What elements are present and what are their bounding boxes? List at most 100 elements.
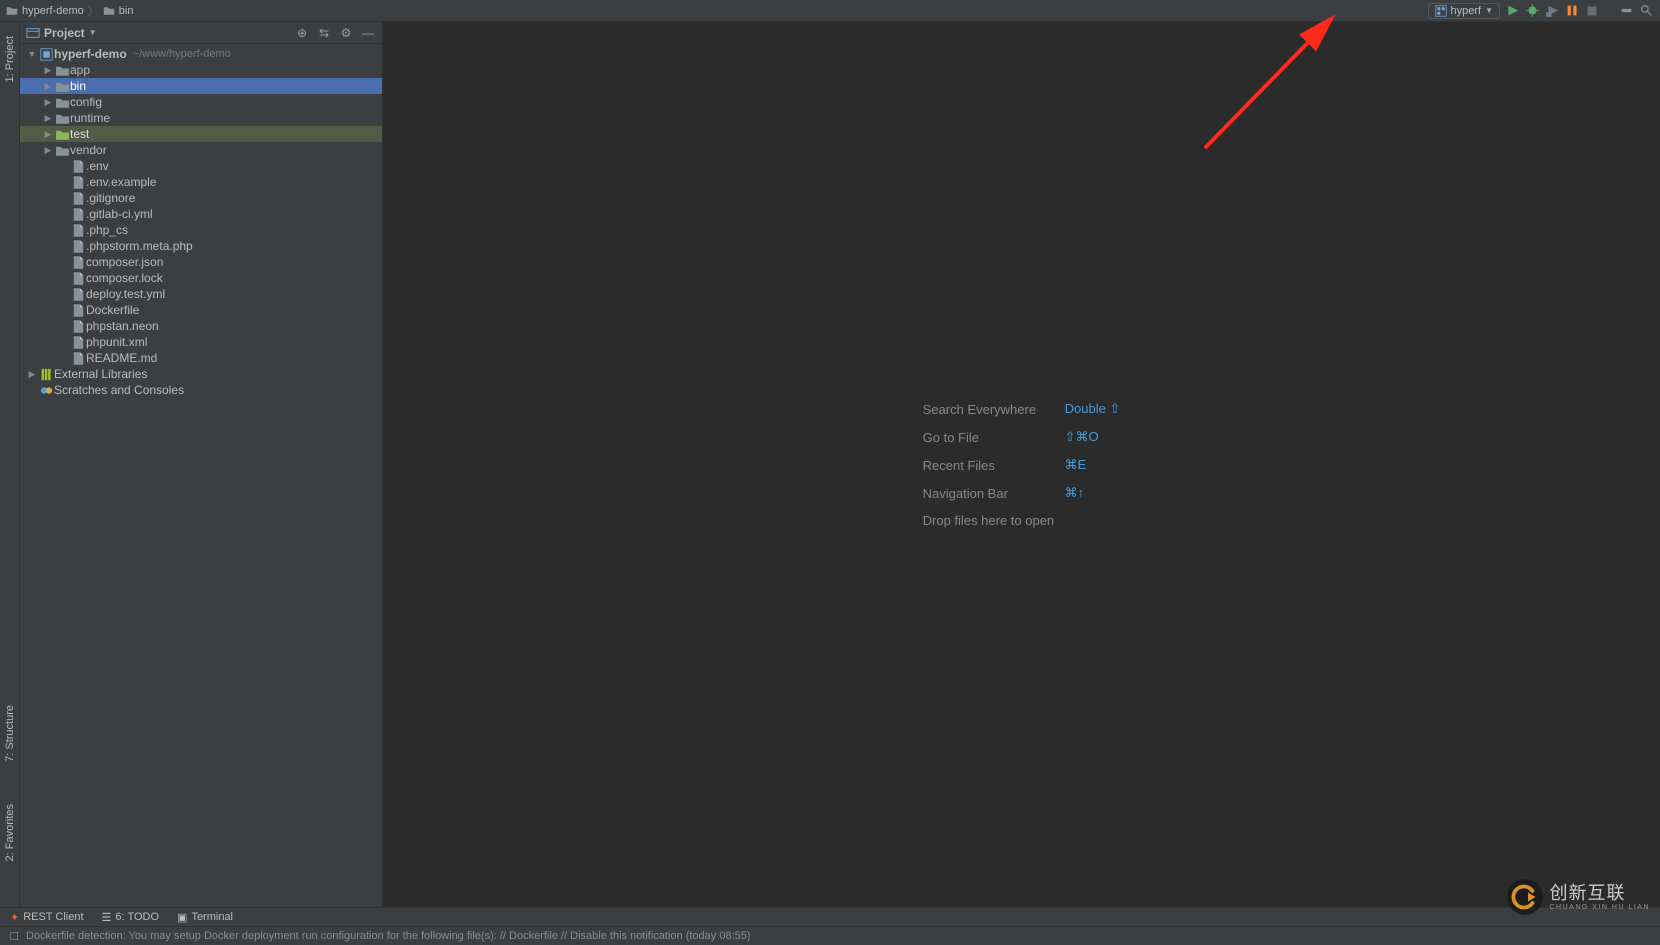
watermark-logo-icon bbox=[1507, 879, 1543, 915]
file-icon bbox=[70, 304, 86, 317]
scratches-consoles[interactable]: Scratches and Consoles bbox=[20, 382, 382, 398]
project-tree[interactable]: ▼hyperf-demo~/www/hyperf-demo▶app▶bin▶co… bbox=[20, 44, 382, 907]
folder-icon bbox=[54, 65, 70, 76]
tree-item-label: test bbox=[70, 126, 89, 142]
file-icon bbox=[70, 256, 86, 269]
tree-file[interactable]: phpunit.xml bbox=[20, 334, 382, 350]
file-icon bbox=[70, 272, 86, 285]
tree-item-label: runtime bbox=[70, 110, 110, 126]
tree-item-label: vendor bbox=[70, 142, 107, 158]
watermark-subtext: CHUANG XIN HU LIAN bbox=[1549, 904, 1650, 911]
git-tool-icon[interactable] bbox=[1618, 3, 1634, 19]
tree-file[interactable]: .phpstorm.meta.php bbox=[20, 238, 382, 254]
left-tool-strip: 1: Project 7: Structure 2: Favorites bbox=[0, 22, 20, 907]
search-icon[interactable] bbox=[1638, 3, 1654, 19]
tree-file[interactable]: README.md bbox=[20, 350, 382, 366]
editor-hints: Search EverywhereDouble ⇧ Go to File⇧⌘O … bbox=[923, 401, 1121, 528]
collapse-all-icon[interactable]: ⇆ bbox=[316, 25, 332, 41]
locate-icon[interactable]: ⊕ bbox=[294, 25, 310, 41]
terminal-tab[interactable]: ▣ Terminal bbox=[177, 911, 233, 924]
tree-item-label: config bbox=[70, 94, 102, 110]
tree-file[interactable]: Dockerfile bbox=[20, 302, 382, 318]
expand-arrow-icon[interactable]: ▶ bbox=[42, 142, 54, 158]
hide-panel-icon[interactable]: — bbox=[360, 25, 376, 41]
project-panel-header: Project ▼ ⊕ ⇆ ⚙ — bbox=[20, 22, 382, 44]
expand-arrow-icon[interactable]: ▼ bbox=[26, 46, 38, 62]
hint-recent-key: ⌘E bbox=[1065, 457, 1087, 473]
expand-arrow-icon[interactable]: ▶ bbox=[42, 78, 54, 94]
hint-drop: Drop files here to open bbox=[923, 513, 1055, 528]
expand-arrow-icon[interactable]: ▶ bbox=[42, 62, 54, 78]
tree-file[interactable]: deploy.test.yml bbox=[20, 286, 382, 302]
editor-area[interactable]: Search EverywhereDouble ⇧ Go to File⇧⌘O … bbox=[383, 22, 1660, 907]
todo-tab[interactable]: ☰ 6: TODO bbox=[102, 911, 159, 924]
file-icon bbox=[70, 160, 86, 173]
tree-folder-bin[interactable]: ▶bin bbox=[20, 78, 382, 94]
coverage-button[interactable] bbox=[1544, 3, 1560, 19]
module-icon bbox=[38, 48, 54, 61]
profiler-button[interactable] bbox=[1564, 3, 1580, 19]
debug-button[interactable] bbox=[1524, 3, 1540, 19]
project-root[interactable]: ▼hyperf-demo~/www/hyperf-demo bbox=[20, 46, 382, 62]
breadcrumb[interactable]: hyperf-demo 〉 bin bbox=[6, 3, 133, 19]
hint-search-key: Double ⇧ bbox=[1065, 401, 1121, 417]
tree-file[interactable]: phpstan.neon bbox=[20, 318, 382, 334]
expand-arrow-icon[interactable]: ▶ bbox=[42, 126, 54, 142]
project-tool-tab[interactable]: 1: Project bbox=[2, 30, 18, 88]
breadcrumb-root[interactable]: hyperf-demo bbox=[22, 5, 84, 17]
tree-folder-runtime[interactable]: ▶ runtime bbox=[20, 110, 382, 126]
structure-tool-tab[interactable]: 7: Structure bbox=[2, 699, 18, 768]
tree-file[interactable]: .env bbox=[20, 158, 382, 174]
stop-button[interactable] bbox=[1584, 3, 1600, 19]
hint-nav-label: Navigation Bar bbox=[923, 486, 1053, 501]
tree-folder-app[interactable]: ▶ app bbox=[20, 62, 382, 78]
folder-icon bbox=[54, 113, 70, 124]
panel-title[interactable]: Project ▼ bbox=[26, 26, 97, 40]
bottom-tool-tabs: ✦ REST Client ☰ 6: TODO ▣ Terminal bbox=[0, 907, 1660, 927]
tree-file[interactable]: .env.example bbox=[20, 174, 382, 190]
tree-folder-vendor[interactable]: ▶ vendor bbox=[20, 142, 382, 158]
tree-file[interactable]: .gitignore bbox=[20, 190, 382, 206]
gear-icon[interactable]: ⚙ bbox=[338, 25, 354, 41]
tree-item-label: External Libraries bbox=[54, 366, 147, 382]
tree-file[interactable]: composer.lock bbox=[20, 270, 382, 286]
hint-goto-label: Go to File bbox=[923, 430, 1053, 445]
run-configuration-selector[interactable]: hyperf ▼ bbox=[1428, 3, 1501, 19]
breadcrumb-child[interactable]: bin bbox=[119, 5, 134, 17]
tree-item-label: hyperf-demo bbox=[54, 46, 127, 62]
tree-item-label: README.md bbox=[86, 350, 157, 366]
expand-arrow-icon[interactable]: ▶ bbox=[42, 110, 54, 126]
folder-icon bbox=[6, 5, 18, 17]
tree-item-label: .gitignore bbox=[86, 190, 135, 206]
hint-goto-key: ⇧⌘O bbox=[1065, 429, 1099, 445]
file-icon bbox=[70, 224, 86, 237]
status-message[interactable]: Dockerfile detection: You may setup Dock… bbox=[26, 930, 751, 942]
tree-folder-test[interactable]: ▶ test bbox=[20, 126, 382, 142]
tree-item-label: .env.example bbox=[86, 174, 156, 190]
test-folder-icon bbox=[54, 129, 70, 140]
run-button[interactable] bbox=[1504, 3, 1520, 19]
tree-file[interactable]: .php_cs bbox=[20, 222, 382, 238]
tree-file[interactable]: .gitlab-ci.yml bbox=[20, 206, 382, 222]
favorites-tool-tab[interactable]: 2: Favorites bbox=[2, 798, 18, 867]
tree-item-label: app bbox=[70, 62, 90, 78]
external-libraries[interactable]: ▶ External Libraries bbox=[20, 366, 382, 382]
hint-search-label: Search Everywhere bbox=[923, 402, 1053, 417]
expand-arrow-icon[interactable]: ▶ bbox=[26, 366, 38, 382]
chevron-right-icon: 〉 bbox=[88, 3, 99, 19]
navigation-bar: hyperf-demo 〉 bin hyperf ▼ bbox=[0, 0, 1660, 22]
file-icon bbox=[70, 352, 86, 365]
event-log-icon[interactable]: ☐ bbox=[6, 930, 22, 943]
tree-item-label: .env bbox=[86, 158, 109, 174]
list-icon: ☰ bbox=[102, 911, 112, 924]
watermark-text: 创新互联 bbox=[1549, 884, 1650, 902]
rest-client-tab[interactable]: ✦ REST Client bbox=[10, 911, 84, 924]
file-icon bbox=[70, 288, 86, 301]
chevron-down-icon: ▼ bbox=[89, 28, 97, 37]
expand-arrow-icon[interactable]: ▶ bbox=[42, 94, 54, 110]
tree-folder-config[interactable]: ▶ config bbox=[20, 94, 382, 110]
tree-item-label: deploy.test.yml bbox=[86, 286, 165, 302]
tree-file[interactable]: composer.json bbox=[20, 254, 382, 270]
file-icon bbox=[70, 176, 86, 189]
library-icon bbox=[38, 368, 54, 381]
